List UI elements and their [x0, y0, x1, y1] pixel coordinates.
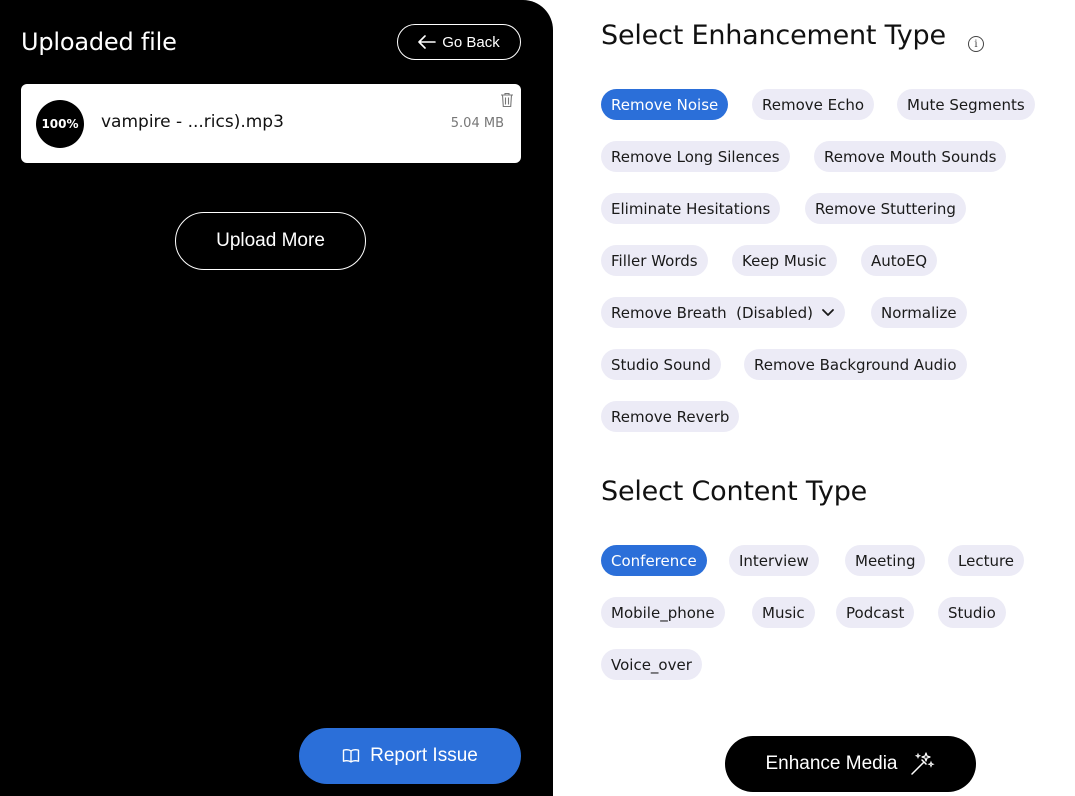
chip-interview[interactable]: Interview — [729, 545, 819, 576]
chip-music[interactable]: Music — [752, 597, 815, 628]
enhance-media-button[interactable]: Enhance Media — [725, 736, 976, 792]
report-issue-button[interactable]: Report Issue — [299, 728, 521, 784]
go-back-label: Go Back — [442, 33, 500, 51]
chip-autoeq[interactable]: AutoEQ — [861, 245, 938, 276]
uploaded-file-title: Uploaded file — [21, 28, 177, 56]
chip-normalize[interactable]: Normalize — [871, 297, 967, 328]
file-card: 100% vampire - ...rics).mp3 5.04 MB — [21, 84, 521, 163]
chip-remove-background-audio[interactable]: Remove Background Audio — [744, 349, 967, 380]
upload-progress-badge: 100% — [36, 100, 84, 148]
content-type-title: Select Content Type — [601, 476, 868, 507]
upload-panel: Uploaded file Go Back 100% vampire - ...… — [0, 0, 553, 796]
file-size: 5.04 MB — [450, 116, 504, 131]
file-name: vampire - ...rics).mp3 — [101, 112, 284, 132]
trash-icon[interactable] — [500, 92, 514, 108]
report-issue-label: Report Issue — [370, 745, 478, 766]
chip-lecture[interactable]: Lecture — [948, 545, 1025, 576]
chip-remove-long-silences[interactable]: Remove Long Silences — [601, 141, 790, 172]
magic-wand-icon — [910, 752, 935, 775]
chip-meeting[interactable]: Meeting — [845, 545, 926, 576]
info-icon[interactable]: i — [968, 36, 984, 52]
chip-remove-reverb[interactable]: Remove Reverb — [601, 401, 740, 432]
chip-filler-words[interactable]: Filler Words — [601, 245, 708, 276]
chip-eliminate-hesitations[interactable]: Eliminate Hesitations — [601, 193, 781, 224]
chip-remove-breath-label: Remove Breath (Disabled) — [611, 303, 813, 322]
upload-more-button[interactable]: Upload More — [175, 212, 366, 270]
chip-keep-music[interactable]: Keep Music — [732, 245, 837, 276]
enhance-media-label: Enhance Media — [765, 753, 898, 774]
chip-mute-segments[interactable]: Mute Segments — [897, 89, 1035, 120]
arrow-left-icon — [418, 35, 437, 49]
chip-conference[interactable]: Conference — [601, 545, 707, 576]
chip-remove-mouth-sounds[interactable]: Remove Mouth Sounds — [814, 141, 1007, 172]
chip-remove-noise[interactable]: Remove Noise — [601, 89, 729, 120]
book-icon — [342, 749, 360, 763]
chip-remove-breath[interactable]: Remove Breath (Disabled) — [601, 297, 845, 328]
chip-studio-sound[interactable]: Studio Sound — [601, 349, 721, 380]
chip-voice-over[interactable]: Voice_over — [601, 649, 702, 680]
chip-mobile-phone[interactable]: Mobile_phone — [601, 597, 725, 628]
chip-podcast[interactable]: Podcast — [836, 597, 915, 628]
go-back-button[interactable]: Go Back — [397, 24, 521, 60]
chevron-down-icon — [822, 308, 834, 316]
chip-remove-stuttering[interactable]: Remove Stuttering — [805, 193, 966, 224]
enhancement-type-title: Select Enhancement Type — [601, 20, 946, 51]
chip-remove-echo[interactable]: Remove Echo — [752, 89, 875, 120]
chip-studio[interactable]: Studio — [938, 597, 1006, 628]
